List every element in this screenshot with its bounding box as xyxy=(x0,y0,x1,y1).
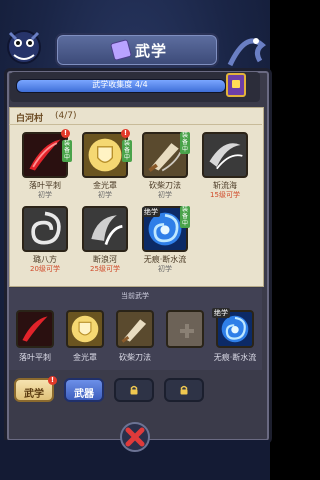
equipped-tag: 装备中 xyxy=(122,140,132,162)
divider xyxy=(9,124,262,125)
tab-label: 武器 xyxy=(74,389,94,400)
ultimate-tag: 绝学 xyxy=(212,308,230,318)
blade-slash-icon xyxy=(29,139,61,171)
tab-locked-1[interactable] xyxy=(114,378,154,402)
lock-icon xyxy=(130,385,138,395)
equipped-tag: 装备中 xyxy=(180,132,190,154)
golden-shield-icon xyxy=(71,315,99,343)
skill-level: 初学 xyxy=(158,265,172,273)
equipped-tag: 装备中 xyxy=(62,140,72,162)
wave-break-icon xyxy=(91,215,123,245)
close-icon[interactable] xyxy=(119,421,151,453)
equipped-label: 当前武学 xyxy=(121,292,149,300)
tab-locked-2[interactable] xyxy=(164,378,204,402)
dragon-left-icon xyxy=(7,30,41,64)
alert-badge: ! xyxy=(61,129,70,138)
scroll-icon xyxy=(109,38,133,62)
skill-level: 初学 xyxy=(98,191,112,199)
wave-slash-icon xyxy=(209,143,243,170)
dragon-right-icon xyxy=(227,38,266,67)
collection-value: 4/4 xyxy=(134,80,148,89)
game-screen: 武学 武学收集度 4/4 白河村 (4/7) ! 装备中 落叶平刺 初学 ! 装… xyxy=(0,0,272,480)
skill-level: 初学 xyxy=(158,191,172,199)
woodcutter-blade-icon xyxy=(121,319,147,343)
equipped-tag: 装备中 xyxy=(180,206,190,228)
equipped-name: 砍柴刀法 xyxy=(119,353,151,362)
blade-slash-icon xyxy=(22,316,48,342)
chest-icon[interactable] xyxy=(226,73,246,97)
alert-badge: ! xyxy=(121,129,130,138)
plus-icon xyxy=(180,324,194,338)
skill-requirement: 20级可学 xyxy=(30,265,60,273)
collection-label: 武学收集度 xyxy=(92,80,133,89)
skill-level: 初学 xyxy=(38,191,52,199)
golden-shield-icon xyxy=(88,138,122,172)
title-banner: 武学 xyxy=(55,33,219,67)
whirlwind-icon xyxy=(31,211,61,245)
section-title: 白河村 xyxy=(16,114,44,124)
ultimate-tag: 绝学 xyxy=(142,207,160,217)
skill-requirement: 15级可学 xyxy=(210,191,240,199)
lock-icon xyxy=(180,385,188,395)
skill-requirement: 25级可学 xyxy=(90,265,120,273)
tab-label: 武学 xyxy=(24,389,44,400)
skill-card-4[interactable] xyxy=(202,132,248,178)
equipped-slot-4[interactable] xyxy=(166,310,204,348)
page-title: 武学 xyxy=(135,42,168,60)
collection-progress-text: 武学收集度 4/4 xyxy=(16,79,224,91)
equipped-name: 无痕·断水流 xyxy=(213,353,257,362)
tab-alert-badge: ! xyxy=(48,376,57,385)
tab-weapon[interactable]: 武器 xyxy=(64,378,104,402)
equipped-slot-1[interactable] xyxy=(16,310,54,348)
equipped-slot-3[interactable] xyxy=(116,310,154,348)
section-count: (4/7) xyxy=(55,111,77,121)
equipped-slot-2[interactable] xyxy=(66,310,104,348)
skill-card-6[interactable] xyxy=(82,206,128,252)
skill-card-5[interactable] xyxy=(22,206,68,252)
